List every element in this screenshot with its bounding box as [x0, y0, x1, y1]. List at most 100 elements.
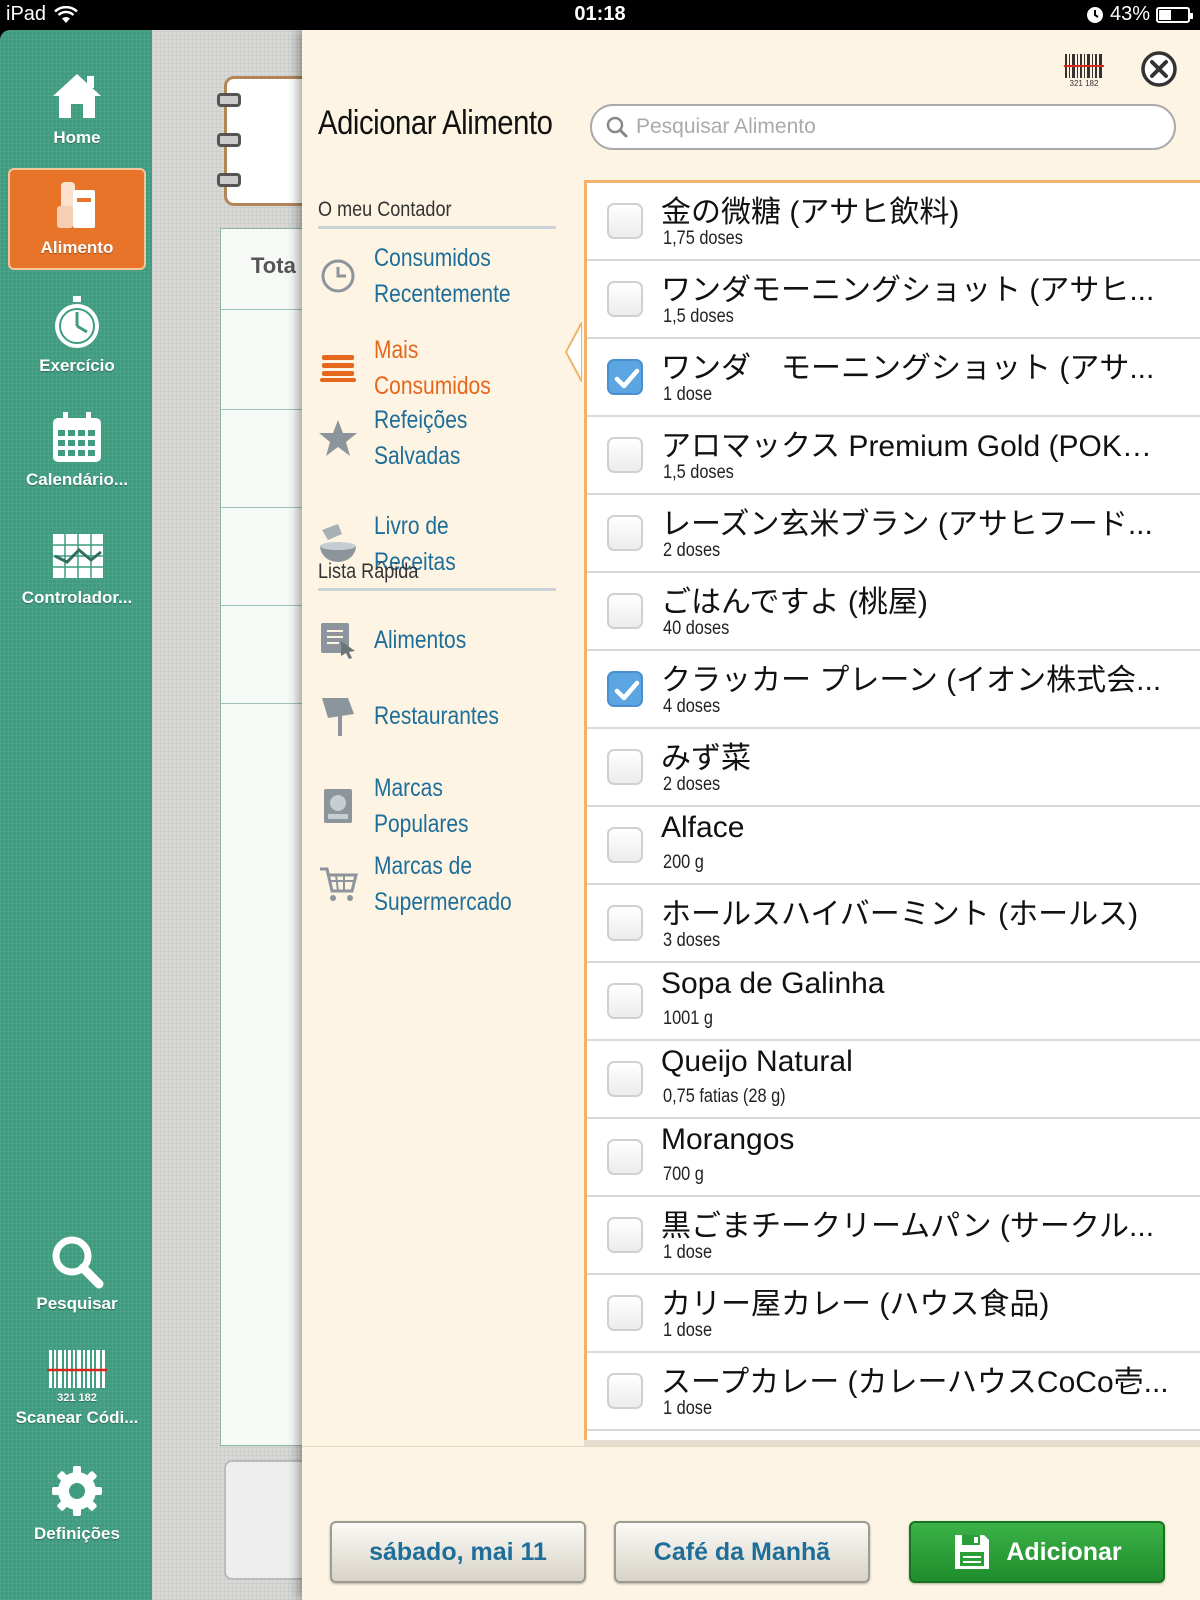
food-row[interactable]: クラッカー プレーン (イオン株式会... 4 doses: [587, 651, 1200, 729]
battery-icon: [1156, 6, 1193, 23]
checkbox-checked[interactable]: [607, 671, 643, 707]
food-row[interactable]: みず菜 2 doses: [587, 729, 1200, 807]
add-button[interactable]: Adicionar: [909, 1521, 1165, 1583]
section-quick-list-label: Lista Rápida: [318, 560, 419, 583]
sidebar-item-home[interactable]: Home: [8, 60, 146, 162]
sidebar-item-label: Exercício: [39, 356, 115, 375]
date-button[interactable]: sábado, mai 11: [330, 1521, 586, 1583]
menu-foods-label: Alimentos: [374, 626, 467, 654]
checkbox[interactable]: [607, 827, 643, 863]
menu-popular-brands-label: Marcas Populares: [374, 774, 469, 838]
menu-restaurants[interactable]: Restaurantes: [316, 694, 566, 738]
sidebar-item-scan-barcode[interactable]: 321 182 Scanear Códi...: [8, 1340, 146, 1442]
food-row[interactable]: 黒ごまチークリームパン (サークル... 1 dose: [587, 1197, 1200, 1275]
food-row[interactable]: Morangos 700 g: [587, 1119, 1200, 1197]
list-cursor-icon: [316, 618, 360, 662]
checkmark-icon: [614, 368, 640, 389]
food-row[interactable]: ワンダ モーニングショット (アサ... 1 dose: [587, 339, 1200, 417]
sidebar-item-search[interactable]: Pesquisar: [8, 1226, 146, 1328]
barcode-digits: 321 182: [57, 1392, 97, 1404]
calendar-icon: [53, 412, 101, 462]
food-row[interactable]: Sopa de Galinha 1001 g: [587, 963, 1200, 1041]
menu-saved-meals[interactable]: Refeições Salvadas: [316, 402, 566, 474]
checkbox[interactable]: [607, 1217, 643, 1253]
checkbox[interactable]: [607, 749, 643, 785]
search-input[interactable]: [636, 115, 1156, 139]
menu-saved-meals-label: Refeições Salvadas: [374, 406, 468, 470]
status-right: 43%: [1086, 3, 1193, 26]
menu-popular-brands[interactable]: Marcas Populares: [316, 770, 566, 842]
sidebar-item-settings[interactable]: Definições: [8, 1456, 146, 1558]
battery-fill: [1159, 9, 1171, 20]
checkbox[interactable]: [607, 905, 643, 941]
checkbox[interactable]: [607, 983, 643, 1019]
sidebar-item-tracker[interactable]: Controlador...: [8, 520, 146, 622]
checkbox[interactable]: [607, 1139, 643, 1175]
checkbox[interactable]: [607, 515, 643, 551]
menu-restaurants-label: Restaurantes: [374, 702, 499, 730]
star-icon: [316, 416, 360, 460]
food-name: ホールスハイバーミント (ホールス): [661, 898, 1139, 931]
checkbox[interactable]: [607, 437, 643, 473]
sidebar: Home Alimento Exercício Calendário... Co…: [0, 30, 152, 1600]
sidebar-item-label: Calendário...: [25, 470, 129, 489]
food-row[interactable]: Alface 200 g: [587, 807, 1200, 885]
checkbox[interactable]: [607, 203, 643, 239]
checkbox-checked[interactable]: [607, 359, 643, 395]
selection-pointer: [564, 322, 582, 382]
sidebar-item-food[interactable]: Alimento: [8, 168, 146, 270]
food-amount: 2 doses: [663, 540, 721, 561]
section-my-counter: O meu Contador: [318, 198, 556, 229]
sidebar-item-label: Home: [53, 128, 101, 147]
sidebar-item-label: Pesquisar: [36, 1294, 118, 1313]
food-name: みず菜: [661, 742, 751, 775]
food-name: Sopa de Galinha: [661, 967, 885, 1000]
menu-foods[interactable]: Alimentos: [316, 618, 566, 662]
close-button[interactable]: [1140, 50, 1178, 88]
food-row[interactable]: ワンダモーニングショット (アサヒ... 1,5 doses: [587, 261, 1200, 339]
food-row[interactable]: ごはんですよ (桃屋) 40 doses: [587, 573, 1200, 651]
sidebar-item-calendar[interactable]: Calendário...: [8, 402, 146, 504]
checkbox[interactable]: [607, 281, 643, 317]
food-amount: 1 dose: [663, 1320, 713, 1341]
sidebar-item-exercise[interactable]: Exercício: [8, 288, 146, 390]
menu-recently-consumed[interactable]: Consumidos Recentemente: [316, 240, 566, 312]
checkbox[interactable]: [607, 1295, 643, 1331]
menu-supermarket-brands[interactable]: Marcas de Supermercado: [316, 848, 566, 920]
food-row[interactable]: アロマックス Premium Gold (POKKA) 1,5 doses: [587, 417, 1200, 495]
cereal-box-icon: [316, 784, 360, 828]
food-row[interactable]: スープカレー (カレーハウスCoCo壱... 1 dose: [587, 1353, 1200, 1431]
chart-icon: [53, 534, 103, 578]
checkbox[interactable]: [607, 1373, 643, 1409]
search-bar[interactable]: [590, 104, 1176, 150]
status-time: 01:18: [574, 3, 626, 25]
food-name: 黒ごまチークリームパン (サークル...: [661, 1210, 1155, 1243]
stopwatch-icon: [55, 296, 99, 348]
checkbox[interactable]: [607, 593, 643, 629]
food-name: レーズン玄米ブラン (アサヒフード...: [661, 508, 1153, 541]
food-amount: 1001 g: [663, 1008, 713, 1029]
background-widget: [224, 1460, 314, 1580]
food-amount: 1,75 doses: [663, 228, 743, 249]
sign-icon: [316, 694, 360, 738]
food-row[interactable]: カリー屋カレー (ハウス食品) 1 dose: [587, 1275, 1200, 1353]
food-row[interactable]: レーズン玄米ブラン (アサヒフード... 2 doses: [587, 495, 1200, 573]
menu-most-consumed[interactable]: Mais Consumidos: [316, 332, 566, 404]
rotation-lock-icon: [1086, 6, 1103, 23]
meal-button[interactable]: Café da Manhã: [614, 1521, 870, 1583]
gear-icon: [52, 1466, 102, 1516]
food-row[interactable]: 金の微糖 (アサヒ飲料) 1,75 doses: [587, 183, 1200, 261]
background-table: Tota: [220, 228, 310, 1446]
checkbox[interactable]: [607, 1061, 643, 1097]
food-row[interactable]: Queijo Natural 0,75 fatias (28 g): [587, 1041, 1200, 1119]
food-amount: 1 dose: [663, 1398, 713, 1419]
barcode-icon: 321 182: [47, 1350, 107, 1404]
barcode-scan-button[interactable]: 321 182: [1064, 52, 1104, 88]
meal-button-label: Café da Manhã: [653, 1537, 831, 1566]
food-name: ワンダモーニングショット (アサヒ...: [661, 274, 1155, 307]
shopping-cart-icon: [316, 862, 360, 906]
food-amount: 3 doses: [663, 930, 721, 951]
sidebar-item-label: Scanear Códi...: [15, 1408, 139, 1427]
food-row[interactable]: ホールスハイバーミント (ホールス) 3 doses: [587, 885, 1200, 963]
background-table-header: Tota: [251, 253, 296, 278]
